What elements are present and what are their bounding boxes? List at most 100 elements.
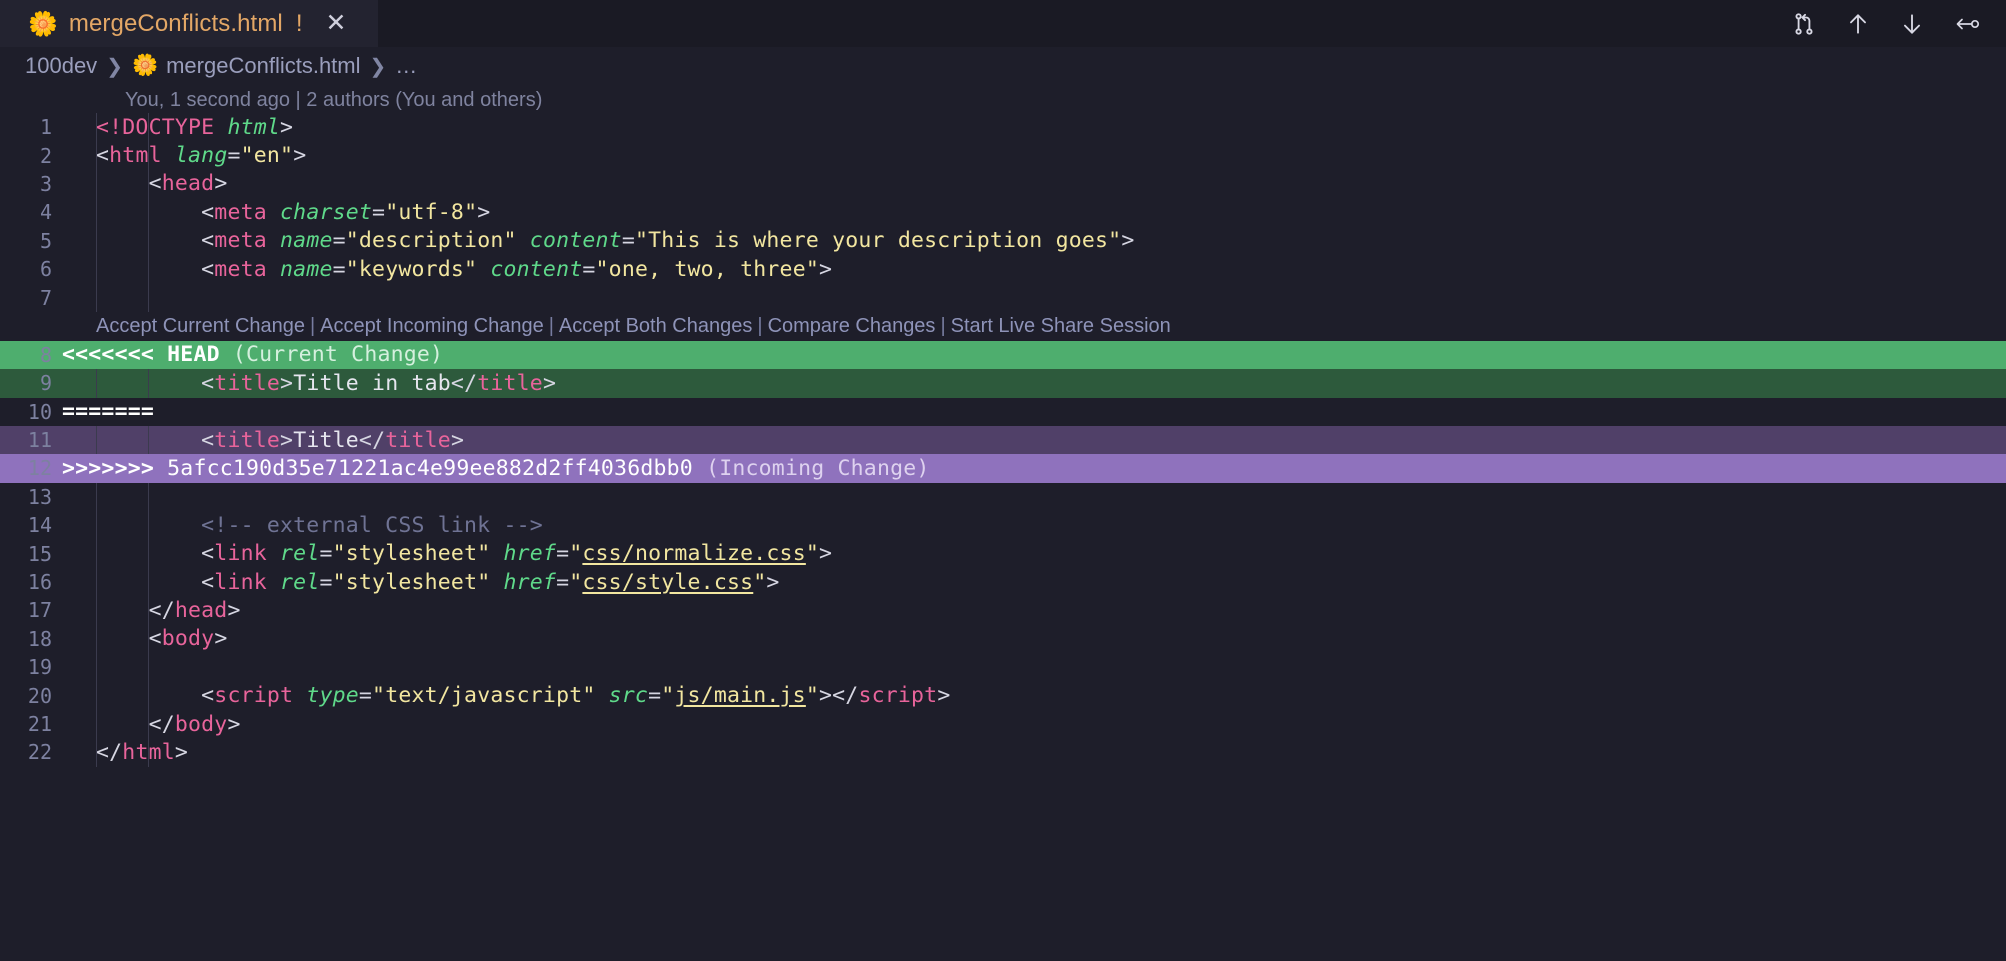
token-tag: title: [214, 427, 281, 453]
line-number: 21: [27, 712, 52, 736]
code-line[interactable]: 14 <!-- external CSS link -->: [0, 511, 2006, 540]
indent-guide: [96, 113, 97, 142]
token-punc: =: [332, 228, 346, 254]
code-line[interactable]: 18 < body >: [0, 624, 2006, 654]
compare-changes-icon[interactable]: [1790, 10, 1818, 38]
code-line[interactable]: 5 < meta name = "description" content = "This…: [0, 226, 2006, 255]
code-line-content[interactable]: < meta name = "keywords" content = "one, two,…: [62, 254, 2006, 284]
close-icon[interactable]: ✕: [326, 11, 347, 36]
token-link: css/style.css: [582, 569, 754, 595]
tab-dirty-indicator: !: [295, 9, 303, 37]
code-line[interactable]: 13: [0, 482, 2006, 512]
code-line-content[interactable]: < script type = "text/javascript" src = " js/m…: [62, 681, 2006, 710]
code-line[interactable]: 3 < head >: [0, 169, 2006, 199]
code-line-content[interactable]: < title > Title </title >: [62, 425, 2006, 455]
token-tag: meta: [214, 256, 281, 282]
token-punc: </: [832, 683, 859, 709]
code-line-content[interactable]: < title > Title in tab </title >: [62, 369, 2006, 398]
code-line-content[interactable]: [62, 653, 2006, 682]
token-punc: =: [332, 256, 346, 282]
line-number: 1: [39, 115, 52, 140]
discard-changes-icon[interactable]: [1952, 10, 1980, 38]
token-punc: <: [96, 228, 215, 254]
indent-guide: [148, 141, 149, 170]
code-editor[interactable]: You, 1 second ago | 2 authors (You and o…: [0, 85, 2006, 767]
code-line[interactable]: 19: [0, 653, 2006, 682]
code-line[interactable]: 1 <!DOCTYPE html >: [0, 113, 2006, 142]
code-line-content[interactable]: < meta name = "description" content = "This i…: [62, 226, 2006, 255]
token-punc: >: [280, 370, 294, 396]
indent-guide: [96, 681, 97, 710]
code-line[interactable]: 16 < link rel = "stylesheet" href = " css/styl…: [0, 567, 2006, 597]
indent-guide: [96, 596, 97, 625]
code-line-content[interactable]: < head >: [62, 169, 2006, 199]
conflict-current-header-row[interactable]: 8 <<<<<<< HEAD (Current Change): [0, 340, 2006, 370]
code-line-content[interactable]: =======: [62, 398, 2006, 426]
token-punc: <: [96, 199, 215, 225]
conflict-incoming-header-row[interactable]: 12 >>>>>>> 5afcc190d35e71221ac4e99ee882d2…: [0, 454, 2006, 483]
editor-tab-mergeconflicts[interactable]: 🌼 mergeConflicts.html ! ✕: [0, 0, 378, 47]
code-line-content[interactable]: <!DOCTYPE html >: [62, 113, 2006, 142]
code-line-content[interactable]: [62, 482, 2006, 512]
code-line-content[interactable]: < link rel = "stylesheet" href = " css/normali…: [62, 539, 2006, 568]
token-punc: >: [293, 143, 307, 169]
code-line[interactable]: 7: [0, 283, 2006, 312]
arrow-up-icon[interactable]: [1844, 10, 1872, 38]
token-tag: head: [161, 171, 215, 197]
conflict-incoming-commit-hash: 5afcc190d35e71221ac4e99ee882d2ff4036dbb0: [167, 455, 707, 481]
indent-guide: [96, 539, 97, 568]
indent-guide: [96, 254, 97, 284]
line-number: 15: [27, 541, 52, 566]
indent-guide: [148, 113, 149, 142]
token-tag: meta: [214, 228, 281, 254]
codelens-accept-current-change[interactable]: Accept Current Change: [96, 315, 305, 337]
chevron-right-icon: ❯: [369, 55, 387, 78]
token-punc: >: [477, 199, 491, 225]
codelens-accept-both-changes[interactable]: Accept Both Changes: [559, 315, 752, 337]
code-line[interactable]: 2 < html lang = "en" >: [0, 141, 2006, 170]
code-line-content[interactable]: < html lang = "en" >: [62, 141, 2006, 170]
line-number: 7: [39, 285, 52, 310]
code-line[interactable]: 20 < script type = "text/javascript" src = " j…: [0, 681, 2006, 710]
indent-guide: [148, 482, 149, 512]
code-line-content[interactable]: >>>>>>> 5afcc190d35e71221ac4e99ee882d2ff…: [62, 454, 2006, 482]
token-doct: <!DOCTYPE: [96, 114, 228, 140]
breadcrumb-more[interactable]: …: [395, 53, 417, 79]
code-line[interactable]: 22 </html>: [0, 738, 2006, 767]
token-tag: head: [174, 597, 228, 623]
token-punc: <: [96, 427, 215, 453]
token-punc: >: [1121, 228, 1135, 254]
arrow-down-icon[interactable]: [1898, 10, 1926, 38]
indent-guide: [148, 709, 149, 739]
codelens-start-live-share-session[interactable]: Start Live Share Session: [951, 315, 1171, 337]
token-punc: =: [648, 683, 662, 709]
code-line-content[interactable]: </body >: [62, 709, 2006, 739]
token-punc: >: [819, 541, 833, 567]
code-line[interactable]: 17 </head >: [0, 596, 2006, 625]
code-line[interactable]: 6 < meta name = "keywords" content = "one, tw…: [0, 254, 2006, 284]
line-number: 19: [27, 655, 52, 680]
conflict-incoming-body-row[interactable]: 11 < title > Title </title >: [0, 425, 2006, 455]
code-line-content[interactable]: <!-- external CSS link -->: [62, 511, 2006, 540]
line-number: 17: [27, 598, 52, 623]
code-line-content[interactable]: < body >: [62, 624, 2006, 654]
breadcrumb-file[interactable]: 🌼 mergeConflicts.html: [132, 53, 361, 79]
code-line[interactable]: 15 < link rel = "stylesheet" href = " css/norm…: [0, 539, 2006, 568]
conflict-current-body-row[interactable]: 9 < title > Title in tab </title >: [0, 369, 2006, 398]
code-line-content[interactable]: < meta charset = "utf-8" >: [62, 198, 2006, 227]
token-str: ": [805, 541, 819, 567]
codelens-accept-incoming-change[interactable]: Accept Incoming Change: [320, 315, 543, 337]
indent-guide: [148, 738, 149, 767]
code-line-content[interactable]: [62, 283, 2006, 312]
code-line-content[interactable]: </html>: [62, 738, 2006, 767]
code-line-content[interactable]: < link rel = "stylesheet" href = " css/style.c…: [62, 567, 2006, 597]
code-line-content[interactable]: </head >: [62, 596, 2006, 625]
code-line[interactable]: 4 < meta charset = "utf-8" >: [0, 198, 2006, 227]
code-line-content[interactable]: <<<<<<< HEAD (Current Change): [62, 340, 2006, 370]
breadcrumb-root[interactable]: 100dev: [25, 53, 97, 79]
code-line[interactable]: 21 </body >: [0, 709, 2006, 739]
token-punc: >: [937, 683, 951, 709]
token-str: "en": [240, 143, 294, 169]
conflict-splitter-row[interactable]: 10 =======: [0, 398, 2006, 426]
codelens-compare-changes[interactable]: Compare Changes: [768, 315, 936, 337]
